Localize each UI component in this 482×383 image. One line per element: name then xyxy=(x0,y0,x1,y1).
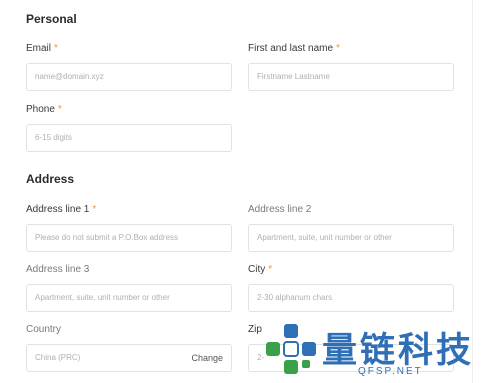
country-value: China (PRC) xyxy=(35,353,81,362)
required-asterisk: * xyxy=(92,204,97,215)
email-label: Email * xyxy=(26,43,58,54)
watermark-subtext: QFSP.NET xyxy=(358,366,423,377)
required-asterisk: * xyxy=(336,43,340,54)
city-placeholder: 2-30 alphanum chars xyxy=(257,293,333,302)
address-line3-label: Address line 3 xyxy=(26,264,90,275)
phone-field[interactable]: 6-15 digits xyxy=(26,124,232,152)
required-asterisk: * xyxy=(268,264,273,275)
address-line2-field[interactable]: Apartment, suite, unit number or other xyxy=(248,224,454,252)
zip-label: Zip xyxy=(248,324,262,335)
address-line2-placeholder: Apartment, suite, unit number or other xyxy=(257,233,392,242)
address-section-title: Address xyxy=(26,172,75,186)
personal-section-title: Personal xyxy=(26,12,77,26)
name-label: First and last name * xyxy=(248,43,340,54)
phone-placeholder: 6-15 digits xyxy=(35,133,72,142)
name-placeholder: Firstname Lastname xyxy=(257,72,330,81)
address-line1-placeholder: Please do not submit a P.O.Box address xyxy=(35,233,179,242)
address-line2-label: Address line 2 xyxy=(248,204,312,215)
address-line3-placeholder: Apartment, suite, unit number or other xyxy=(35,293,170,302)
phone-label: Phone * xyxy=(26,104,62,115)
address-line1-field[interactable]: Please do not submit a P.O.Box address xyxy=(26,224,232,252)
city-label: City * xyxy=(248,264,273,275)
watermark-logo-icon xyxy=(266,324,316,374)
city-field[interactable]: 2-30 alphanum chars xyxy=(248,284,454,312)
required-asterisk: * xyxy=(57,104,62,115)
country-label: Country xyxy=(26,324,62,335)
country-select[interactable]: China (PRC) Change xyxy=(26,344,232,372)
email-placeholder: name@domain.xyz xyxy=(35,72,104,81)
address-line1-label: Address line 1 * xyxy=(26,204,97,215)
email-field[interactable]: name@domain.xyz xyxy=(26,63,232,91)
required-asterisk: * xyxy=(54,43,58,54)
name-field[interactable]: Firstname Lastname xyxy=(248,63,454,91)
change-country-button[interactable]: Change xyxy=(191,345,223,371)
address-line3-field[interactable]: Apartment, suite, unit number or other xyxy=(26,284,232,312)
